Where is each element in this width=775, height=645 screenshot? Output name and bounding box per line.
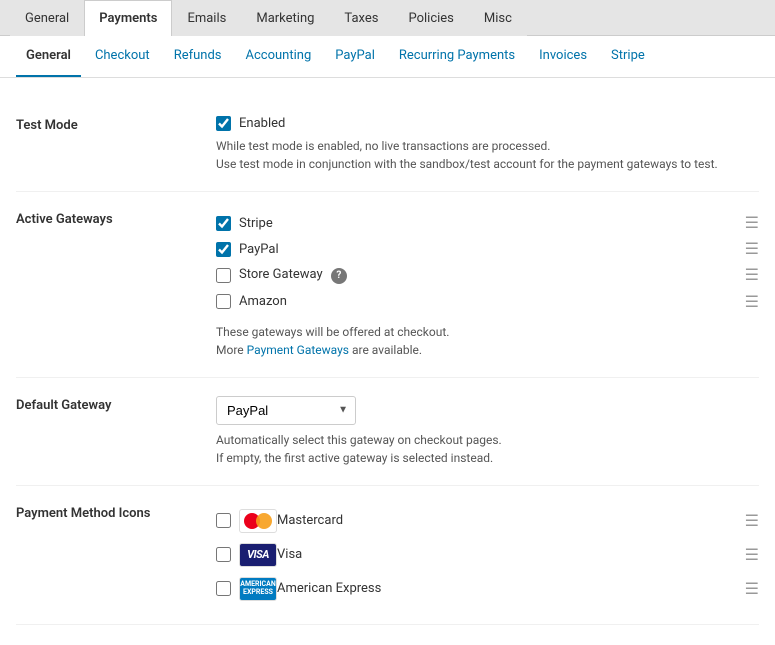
test-mode-help: While test mode is enabled, no live tran…: [216, 137, 759, 173]
tab-general[interactable]: General: [10, 0, 84, 36]
subtab-stripe[interactable]: Stripe: [601, 36, 655, 77]
amex-label: American Express: [277, 581, 735, 596]
icon-visa-checkbox[interactable]: [216, 547, 231, 562]
test-mode-control: Enabled While test mode is enabled, no l…: [216, 116, 759, 173]
visa-label: Visa: [277, 547, 735, 562]
gateway-store-row: Store Gateway ? ☰: [216, 262, 759, 289]
gateway-amazon-name: Amazon: [239, 294, 735, 309]
mc-right-circle: [256, 513, 272, 529]
tab-misc[interactable]: Misc: [469, 0, 527, 36]
tab-payments[interactable]: Payments: [84, 0, 172, 36]
payment-method-icons-label: Payment Method Icons: [16, 504, 216, 521]
visa-icon: VISA: [239, 543, 277, 567]
subtab-invoices[interactable]: Invoices: [529, 36, 597, 77]
gateway-note-text2: are available.: [352, 343, 422, 357]
tab-policies[interactable]: Policies: [393, 0, 468, 36]
tab-marketing[interactable]: Marketing: [241, 0, 329, 36]
top-tabs: General Payments Emails Marketing Taxes …: [0, 0, 775, 36]
icon-visa-row: VISA Visa ☰: [216, 538, 759, 572]
test-mode-checkbox[interactable]: [216, 116, 231, 131]
settings-area: Test Mode Enabled While test mode is ena…: [0, 78, 775, 645]
subtab-refunds[interactable]: Refunds: [164, 36, 232, 77]
gateway-paypal-name: PayPal: [239, 242, 735, 257]
gateway-stripe-name: Stripe: [239, 216, 735, 231]
gateway-list-note: These gateways will be offered at checko…: [216, 323, 759, 359]
visa-text: VISA: [247, 548, 269, 561]
gateway-store-checkbox[interactable]: [216, 268, 231, 283]
default-gateway-control: PayPal Stripe Store Gateway Amazon ▼ Aut…: [216, 396, 759, 467]
subtab-accounting[interactable]: Accounting: [236, 36, 322, 77]
amex-text: AMERICANEXPRESS: [240, 581, 276, 596]
test-mode-checkbox-row: Enabled: [216, 116, 759, 131]
icon-amex-checkbox[interactable]: [216, 581, 231, 596]
gateway-amazon-checkbox[interactable]: [216, 294, 231, 309]
gateway-paypal-row: PayPal ☰: [216, 236, 759, 262]
default-gateway-select-wrapper: PayPal Stripe Store Gateway Amazon ▼: [216, 396, 356, 425]
active-gateways-label: Active Gateways: [16, 210, 216, 227]
test-mode-checkbox-label: Enabled: [239, 116, 285, 131]
amex-icon: AMERICANEXPRESS: [239, 577, 277, 601]
payment-method-icons-control: Mastercard ☰ VISA Visa ☰ AMERICANEXPRESS: [216, 504, 759, 606]
default-gateway-select[interactable]: PayPal Stripe Store Gateway Amazon: [216, 396, 356, 425]
payment-method-icons-row: Payment Method Icons Mastercard ☰ VISA: [16, 486, 759, 625]
test-mode-help-text1: While test mode is enabled, no live tran…: [216, 139, 550, 153]
subtab-paypal[interactable]: PayPal: [325, 36, 385, 77]
gateway-store-drag[interactable]: ☰: [745, 267, 759, 283]
gateway-stripe-checkbox[interactable]: [216, 216, 231, 231]
gateway-paypal-drag[interactable]: ☰: [745, 241, 759, 257]
gateway-amazon-drag[interactable]: ☰: [745, 294, 759, 310]
default-gateway-help: Automatically select this gateway on che…: [216, 431, 759, 467]
test-mode-label: Test Mode: [16, 116, 216, 133]
icon-mastercard-checkbox[interactable]: [216, 513, 231, 528]
gateway-paypal-checkbox[interactable]: [216, 242, 231, 257]
sub-tabs: General Checkout Refunds Accounting PayP…: [0, 36, 775, 78]
gateway-note-more: More: [216, 343, 247, 357]
mastercard-drag[interactable]: ☰: [745, 513, 759, 529]
default-gateway-row: Default Gateway PayPal Stripe Store Gate…: [16, 378, 759, 486]
default-gateway-help-text2: If empty, the first active gateway is se…: [216, 451, 493, 465]
main-content: General Checkout Refunds Accounting PayP…: [0, 36, 775, 645]
gateway-amazon-row: Amazon ☰: [216, 289, 759, 315]
tab-taxes[interactable]: Taxes: [329, 0, 393, 36]
gateway-stripe-drag[interactable]: ☰: [745, 215, 759, 231]
subtab-general[interactable]: General: [16, 36, 81, 77]
default-gateway-label: Default Gateway: [16, 396, 216, 413]
subtab-checkout[interactable]: Checkout: [85, 36, 160, 77]
gateway-store-name: Store Gateway ?: [239, 267, 735, 284]
tab-emails[interactable]: Emails: [172, 0, 241, 36]
default-gateway-help-text1: Automatically select this gateway on che…: [216, 433, 502, 447]
subtab-recurring-payments[interactable]: Recurring Payments: [389, 36, 525, 77]
test-mode-row: Test Mode Enabled While test mode is ena…: [16, 98, 759, 192]
icon-mastercard-row: Mastercard ☰: [216, 504, 759, 538]
amex-drag[interactable]: ☰: [745, 581, 759, 597]
test-mode-help-text2: Use test mode in conjunction with the sa…: [216, 157, 718, 171]
active-gateways-row: Active Gateways Stripe ☰ PayPal ☰ Store …: [16, 192, 759, 378]
gateway-stripe-row: Stripe ☰: [216, 210, 759, 236]
visa-drag[interactable]: ☰: [745, 547, 759, 563]
active-gateways-control: Stripe ☰ PayPal ☰ Store Gateway ? ☰: [216, 210, 759, 359]
store-gateway-help-icon[interactable]: ?: [331, 268, 347, 284]
mastercard-icon: [239, 509, 277, 533]
mastercard-label: Mastercard: [277, 513, 735, 528]
gateway-note-text1: These gateways will be offered at checko…: [216, 325, 449, 339]
icon-amex-row: AMERICANEXPRESS American Express ☰: [216, 572, 759, 606]
payment-gateways-link[interactable]: Payment Gateways: [247, 343, 349, 357]
